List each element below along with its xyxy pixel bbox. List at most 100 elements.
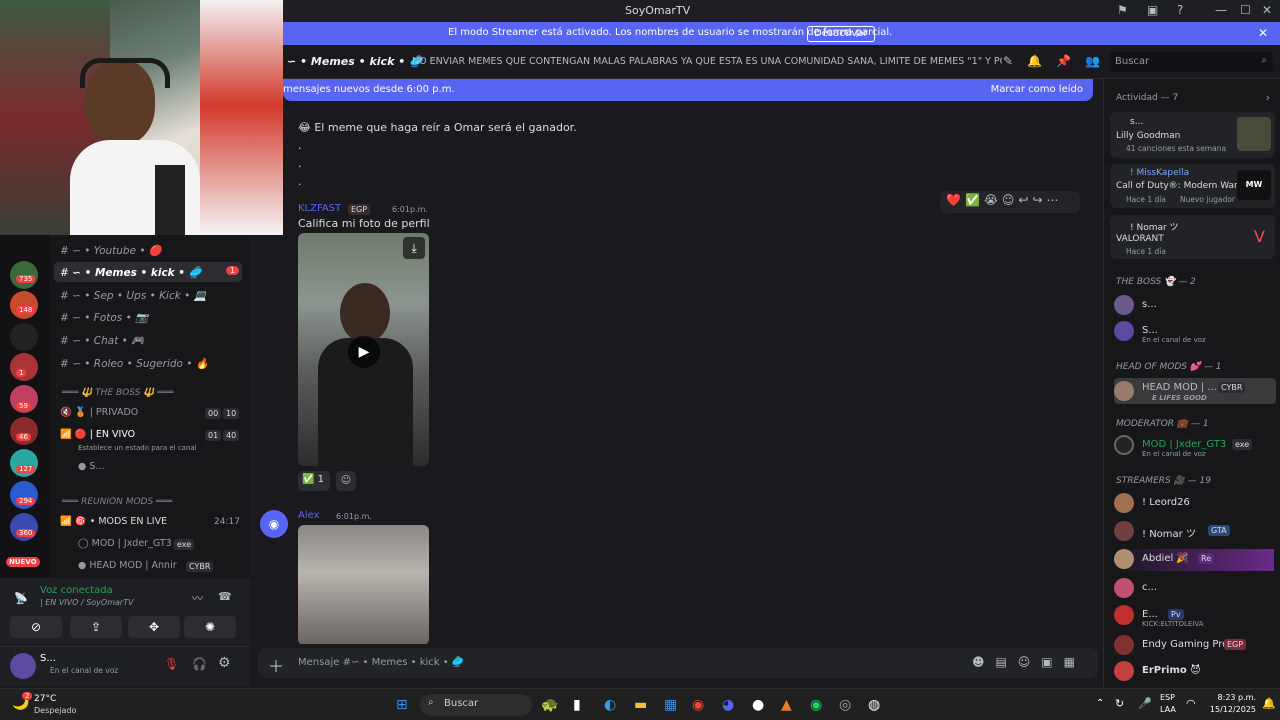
app-icon[interactable]: ◍: [868, 697, 880, 713]
category-the-boss[interactable]: ═══ 🔱 THE BOSS 🔱 ═══: [62, 388, 174, 398]
mark-read-button[interactable]: Marcar como leído: [991, 84, 1083, 95]
member-item[interactable]: MOD | Jxder_GT3 exe En el canal de voz: [1114, 435, 1274, 458]
signal-icon[interactable]: 📡: [14, 592, 28, 605]
category-reunion-mods[interactable]: ═══ REUNION MODS ═══: [62, 497, 172, 507]
header-icons[interactable]: ✎🔔📌👥: [1003, 54, 1114, 68]
camera-button[interactable]: ⊘: [10, 616, 62, 638]
edge-icon[interactable]: ◐: [604, 697, 616, 713]
reaction-check[interactable]: ✅ 1: [298, 471, 330, 491]
voice-status[interactable]: Voz conectada: [40, 585, 113, 596]
server-icon[interactable]: [10, 353, 38, 381]
notification-icon[interactable]: 🔔: [1262, 697, 1276, 710]
server-icon[interactable]: [10, 323, 38, 351]
lang-label[interactable]: ESP: [1160, 693, 1175, 702]
voice-channel[interactable]: | EN VIVO / SoyOmarTV: [40, 598, 134, 607]
member-item[interactable]: Abdiel 🎉 Re: [1114, 549, 1274, 571]
chat-area[interactable]: 😂 El meme que haga reír a Omar será el g…: [250, 101, 1093, 644]
close-window-button[interactable]: ✕: [1262, 3, 1272, 17]
chevron-right-icon[interactable]: ›: [1266, 91, 1270, 104]
activity-button[interactable]: ✥: [128, 616, 180, 638]
channel-item[interactable]: # ∽ • Fotos • 📷: [60, 311, 148, 324]
card-user: ! Nomar ツ: [1130, 223, 1179, 233]
start-button[interactable]: ⊞: [396, 697, 408, 713]
channel-item[interactable]: # ∽ • Sep • Ups • Kick • 💻: [60, 289, 207, 302]
section-head-of-mods: HEAD OF MODS 💕 — 1: [1116, 362, 1222, 372]
app-icon[interactable]: ▮: [573, 697, 581, 713]
user-name[interactable]: S...: [40, 653, 56, 664]
tray-icon[interactable]: ↻: [1115, 697, 1124, 710]
member-item[interactable]: c...: [1114, 578, 1274, 600]
channel-topic[interactable]: NO ENVIAR MEMES QUE CONTENGAN MALAS PALA…: [412, 56, 1002, 67]
channel-status[interactable]: Establece un estado para el canal: [78, 444, 197, 452]
voice-user[interactable]: ◯ MOD | Jxder_GT3: [78, 538, 172, 549]
video-attachment[interactable]: ▶ ⤓: [298, 233, 429, 466]
clock-time[interactable]: 8:23 p.m.: [1206, 693, 1256, 702]
discord-icon[interactable]: ◕: [722, 697, 734, 713]
voice-timer: 24:17: [214, 517, 240, 527]
close-banner-icon[interactable]: ✕: [1258, 26, 1268, 40]
disconnect-icon[interactable]: ☎: [218, 590, 232, 603]
voice-user[interactable]: ● HEAD MOD | Annir: [78, 560, 177, 571]
spotify-icon[interactable]: ◉: [810, 697, 822, 713]
deactivate-button[interactable]: Desactivar: [807, 26, 875, 42]
steam-icon[interactable]: ◎: [839, 697, 851, 713]
avatar[interactable]: ◉: [260, 510, 288, 538]
app-icon[interactable]: ▲: [781, 697, 792, 713]
app-icon[interactable]: ●: [752, 697, 764, 713]
message-text: 😂 El meme que haga reír a Omar será el g…: [298, 121, 577, 134]
noise-icon[interactable]: 〰: [192, 590, 203, 606]
member-item[interactable]: s...: [1114, 295, 1274, 317]
help-icon[interactable]: ?: [1177, 3, 1183, 17]
member-item[interactable]: S... En el canal de voz: [1114, 321, 1274, 344]
add-attachment-icon[interactable]: ＋: [268, 653, 284, 677]
voice-channel-envivo[interactable]: 📶 🔴 | EN VIVO: [60, 429, 135, 440]
chrome-icon[interactable]: ◉: [692, 697, 704, 713]
message-composer[interactable]: ＋ Mensaje #∽ • Memes • kick • 🥏 ☻▤☺▣▦: [258, 648, 1098, 678]
member-item[interactable]: E... Pv KICK:ELTITOLEIVA: [1114, 605, 1274, 628]
store-icon[interactable]: ▦: [664, 697, 677, 713]
member-item[interactable]: ! Leord26: [1114, 493, 1274, 515]
folder-icon[interactable]: ▬: [634, 697, 647, 713]
member-item[interactable]: ! Nomar ツ GTA: [1114, 521, 1274, 543]
voice-channel-mods[interactable]: 📶 🎯 • MODS EN LIVE: [60, 516, 167, 527]
member-item[interactable]: HEAD MOD | ... CYBR E LIFES GOOD: [1114, 378, 1276, 404]
download-icon[interactable]: ⤓: [403, 237, 425, 259]
voice-channel-privado[interactable]: 🔇 🥉 | PRIVADO: [60, 407, 138, 418]
activity-card[interactable]: ! Nomar ツ VALORANT Hace 1 día V: [1110, 215, 1275, 259]
maximize-button[interactable]: ☐: [1240, 3, 1251, 17]
mic-icon[interactable]: 🎤: [1138, 697, 1152, 710]
screen-share-button[interactable]: ⇪: [70, 616, 122, 638]
channel-item[interactable]: # ∽ • Chat • 🎮: [60, 334, 144, 347]
minimize-button[interactable]: —: [1215, 3, 1227, 17]
message-username[interactable]: KLZFAST: [298, 203, 341, 214]
wifi-icon[interactable]: ◠: [1186, 697, 1196, 710]
chevron-up-icon[interactable]: ⌃: [1096, 698, 1104, 709]
composer-icons[interactable]: ☻▤☺▣▦: [972, 655, 1086, 669]
message-actions-bar[interactable]: ❤️✅😭☺↩↪⋯: [940, 191, 1080, 213]
inbox-icon[interactable]: ⚑: [1117, 3, 1128, 17]
voice-user[interactable]: ● S...: [78, 461, 104, 472]
avatar[interactable]: [10, 653, 36, 679]
mute-icon[interactable]: 🎙: [164, 657, 179, 671]
server-icon[interactable]: [10, 291, 38, 319]
search-input[interactable]: Buscar ⌕: [1109, 52, 1273, 72]
channel-item[interactable]: # ∽ • Youtube • 🔴: [60, 244, 162, 257]
taskbar-search[interactable]: ⌕ Buscar: [420, 694, 532, 716]
headphones-icon[interactable]: 🎧: [192, 657, 207, 671]
activity-card[interactable]: s... Lilly Goodman 41 canciones esta sem…: [1110, 112, 1275, 158]
screen-icon[interactable]: ▣: [1147, 3, 1158, 17]
activity-card[interactable]: ! MissKapella Call of Duty®: Modern Warf…: [1110, 164, 1275, 208]
settings-icon[interactable]: ⚙: [218, 655, 231, 671]
soundboard-button[interactable]: ✺: [184, 616, 236, 638]
new-messages-bar[interactable]: mensajes nuevos desde 6:00 p.m. Marcar c…: [283, 79, 1093, 101]
channel-item[interactable]: # ∽ • Roleo • Sugerido • 🔥: [60, 357, 209, 370]
channel-item[interactable]: # ∽ • Memes • kick • 🥏: [60, 266, 202, 279]
member-item[interactable]: Endy Gaming Pro EGP: [1114, 635, 1274, 657]
video-attachment[interactable]: [298, 525, 429, 644]
play-icon[interactable]: ▶: [348, 336, 380, 368]
member-item[interactable]: ErPrimo 😈: [1114, 661, 1274, 683]
add-reaction-icon[interactable]: ☺: [336, 471, 356, 491]
game-art: MW: [1237, 170, 1271, 200]
app-icon[interactable]: 🐢: [541, 697, 558, 713]
message-username[interactable]: Alex: [298, 510, 320, 521]
